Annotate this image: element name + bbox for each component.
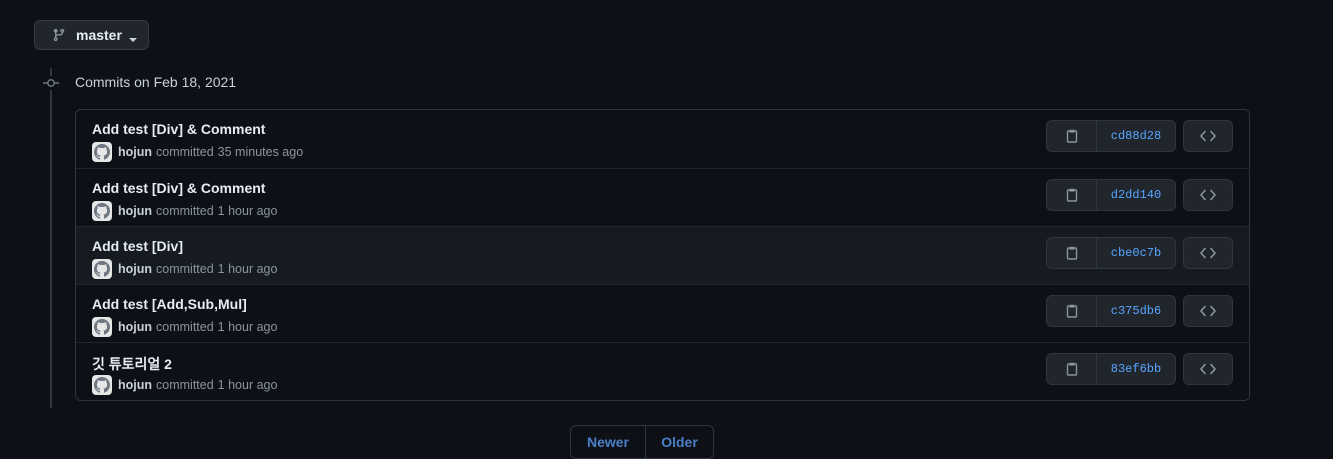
code-icon [1200,130,1216,142]
browse-repo-button[interactable] [1183,120,1233,152]
commit-row: Add test [Div] hojun committed 1 hour ag… [76,226,1249,284]
copy-sha-button[interactable] [1047,121,1097,151]
branch-select-button[interactable]: master [34,20,149,50]
code-icon [1200,305,1216,317]
commit-sha-group: c375db6 [1046,295,1176,327]
avatar[interactable] [92,259,112,279]
copy-sha-button[interactable] [1047,180,1097,210]
commit-row: 깃 튜토리얼 2 hojun committed 1 hour ago 83ef… [76,342,1249,400]
commit-group-title: Commits on Feb 18, 2021 [75,74,237,90]
commit-title-link[interactable]: Add test [Div] [92,238,183,254]
commit-title-link[interactable]: 깃 튜토리얼 2 [92,354,172,374]
newer-button[interactable]: Newer [571,426,646,458]
commit-time: 35 minutes ago [217,145,304,159]
copy-sha-button[interactable] [1047,354,1097,384]
commit-author[interactable]: hojun [118,262,152,276]
commit-author[interactable]: hojun [118,378,152,392]
commit-verb: committed [156,145,214,159]
clipboard-icon [1066,188,1077,202]
caret-down-icon [128,31,137,42]
git-branch-icon [52,28,66,42]
commit-meta: hojun committed 1 hour ago [92,375,277,395]
commit-title-link[interactable]: Add test [Div] & Comment [92,180,265,196]
browse-repo-button[interactable] [1183,237,1233,269]
commit-verb: committed [156,378,214,392]
avatar[interactable] [92,375,112,395]
commit-sha-link[interactable]: cbe0c7b [1097,238,1175,268]
commit-title-link[interactable]: Add test [Div] & Comment [92,121,265,137]
clipboard-icon [1066,304,1077,318]
commit-row: Add test [Add,Sub,Mul] hojun committed 1… [76,284,1249,342]
code-icon [1200,363,1216,375]
browse-repo-button[interactable] [1183,353,1233,385]
commit-sha-link[interactable]: cd88d28 [1097,121,1175,151]
avatar[interactable] [92,201,112,221]
commit-meta: hojun committed 1 hour ago [92,201,277,221]
copy-sha-button[interactable] [1047,296,1097,326]
git-commit-icon [43,76,59,90]
commit-time: 1 hour ago [217,262,278,276]
timeline-line [50,68,52,408]
commit-time: 1 hour ago [217,320,278,334]
commit-sha-link[interactable]: 83ef6bb [1097,354,1175,384]
code-icon [1200,189,1216,201]
commit-sha-group: d2dd140 [1046,179,1176,211]
commit-sha-group: cbe0c7b [1046,237,1176,269]
commit-author[interactable]: hojun [118,145,152,159]
clipboard-icon [1066,129,1077,143]
browse-repo-button[interactable] [1183,295,1233,327]
commit-row: Add test [Div] & Comment hojun committed… [76,110,1249,168]
commit-author[interactable]: hojun [118,320,152,334]
commit-time: 1 hour ago [217,204,278,218]
commit-time: 1 hour ago [217,378,278,392]
older-button[interactable]: Older [646,426,713,458]
clipboard-icon [1066,362,1077,376]
commit-meta: hojun committed 1 hour ago [92,259,277,279]
commit-sha-link[interactable]: d2dd140 [1097,180,1175,210]
avatar[interactable] [92,142,112,162]
commit-author[interactable]: hojun [118,204,152,218]
commit-title-link[interactable]: Add test [Add,Sub,Mul] [92,296,247,312]
avatar[interactable] [92,317,112,337]
branch-name: master [76,27,122,43]
copy-sha-button[interactable] [1047,238,1097,268]
commit-list: Add test [Div] & Comment hojun committed… [75,109,1250,401]
commit-sha-group: cd88d28 [1046,120,1176,152]
commit-row: Add test [Div] & Comment hojun committed… [76,168,1249,226]
code-icon [1200,247,1216,259]
commit-meta: hojun committed 35 minutes ago [92,142,303,162]
pagination: Newer Older [570,425,714,459]
commit-verb: committed [156,320,214,334]
commit-sha-link[interactable]: c375db6 [1097,296,1175,326]
commit-verb: committed [156,204,214,218]
commit-verb: committed [156,262,214,276]
commit-sha-group: 83ef6bb [1046,353,1176,385]
clipboard-icon [1066,246,1077,260]
browse-repo-button[interactable] [1183,179,1233,211]
commit-meta: hojun committed 1 hour ago [92,317,277,337]
